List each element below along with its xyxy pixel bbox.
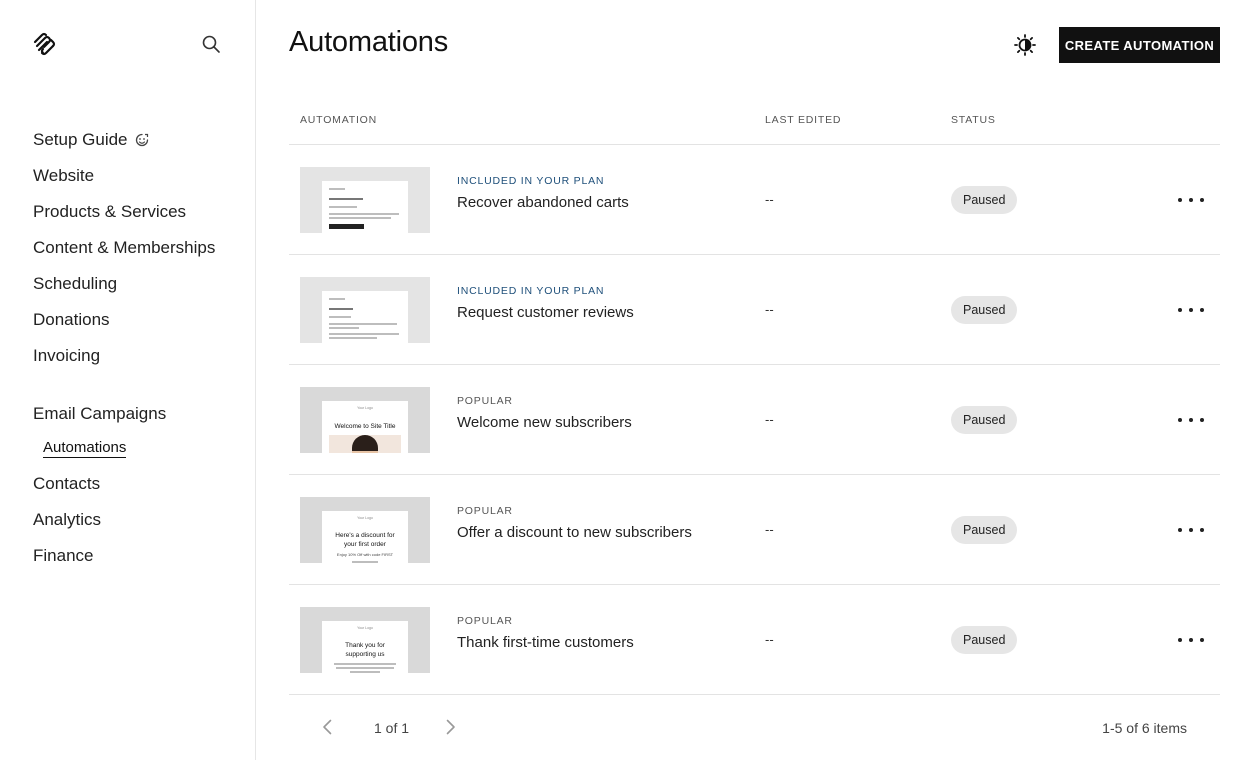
sidebar-item-label: Donations [33, 310, 110, 329]
sidebar-item-label: Analytics [33, 510, 102, 529]
sidebar-item-contacts[interactable]: Contacts [33, 466, 215, 502]
status-badge: Paused [951, 406, 1018, 434]
thumb-headline: Welcome to Site Title [334, 423, 396, 430]
theme-toggle-icon[interactable] [1013, 33, 1037, 57]
sidebar-item-label: Finance [33, 546, 94, 565]
more-options-icon[interactable] [1178, 408, 1204, 432]
sidebar-item-label: Content & Memberships [33, 238, 216, 257]
more-options-icon[interactable] [1178, 298, 1204, 322]
page-title: Automations [289, 26, 448, 58]
sidebar-item-label: Contacts [33, 474, 101, 493]
popular-badge: POPULAR [457, 615, 513, 627]
last-edited-value: -- [765, 522, 774, 537]
email-preview-page [322, 181, 408, 233]
last-edited-value: -- [765, 632, 774, 647]
pagination: 1 of 1 1-5 of 6 items [289, 695, 1220, 760]
column-header-last-edited: LAST EDITED [765, 114, 842, 126]
thumb-subtext: Enjoy 10% Off with code FIRST [336, 552, 394, 557]
thumb-logo-text: Your Logo [357, 516, 373, 520]
more-options-icon[interactable] [1178, 518, 1204, 542]
email-preview-thumbnail[interactable] [300, 277, 430, 343]
sidebar-item-invoicing[interactable]: Invoicing [33, 338, 215, 374]
column-header-status: STATUS [951, 114, 996, 126]
sidebar-item-label: Email Campaigns [33, 404, 167, 423]
thumb-headline: your first order [344, 541, 386, 548]
automation-list: INCLUDED IN YOUR PLAN Recover abandoned … [289, 145, 1220, 695]
status-badge: Paused [951, 516, 1018, 544]
status-badge: Paused [951, 186, 1018, 214]
sidebar-item-label: Products & Services [33, 202, 187, 221]
email-preview-page [322, 291, 408, 343]
email-preview-thumbnail[interactable] [300, 167, 430, 233]
search-icon[interactable] [201, 34, 221, 54]
create-automation-button[interactable]: CREATE AUTOMATION [1059, 27, 1220, 63]
sidebar-item-content-memberships[interactable]: Content & Memberships [33, 230, 215, 266]
plan-badge: INCLUDED IN YOUR PLAN [457, 175, 605, 187]
status-badge: Paused [951, 296, 1018, 324]
email-preview-page: Your Logo Welcome to Site Title [322, 401, 408, 453]
automation-name[interactable]: Offer a discount to new subscribers [457, 524, 692, 541]
sidebar-item-products-services[interactable]: Products & Services [33, 194, 215, 230]
last-edited-value: -- [765, 412, 774, 427]
table-row[interactable]: Your Logo Thank you for supporting us PO… [289, 585, 1220, 695]
email-preview-thumbnail[interactable]: Your Logo Here's a discount for your fir… [300, 497, 430, 563]
email-preview-thumbnail[interactable]: Your Logo Thank you for supporting us [300, 607, 430, 673]
sidebar-item-email-campaigns[interactable]: Email Campaigns [33, 396, 215, 432]
chevron-left-icon[interactable] [319, 718, 337, 736]
main-content: Automations CREATE AUTOMATION AUTOMATION… [289, 0, 1220, 760]
more-options-icon[interactable] [1178, 188, 1204, 212]
email-preview-thumbnail[interactable]: Your Logo Welcome to Site Title [300, 387, 430, 453]
automation-name[interactable]: Welcome new subscribers [457, 414, 632, 431]
automation-name[interactable]: Thank first-time customers [457, 634, 634, 651]
popular-badge: POPULAR [457, 395, 513, 407]
sidebar-item-website[interactable]: Website [33, 158, 215, 194]
item-count: 1-5 of 6 items [1102, 720, 1187, 736]
thumb-headline: Thank you for [345, 642, 385, 649]
automation-name[interactable]: Recover abandoned carts [457, 194, 629, 211]
sidebar-nav: Setup Guide Website Products & Services … [33, 122, 215, 574]
table-row[interactable]: Your Logo Welcome to Site Title POPULAR … [289, 365, 1220, 475]
sidebar-item-label: Setup Guide [33, 130, 128, 149]
sidebar-item-setup-guide[interactable]: Setup Guide [33, 122, 215, 158]
sidebar-subitem-automations[interactable]: Automations [43, 434, 127, 466]
squarespace-logo-icon[interactable] [32, 32, 56, 56]
page-indicator: 1 of 1 [374, 720, 410, 736]
sidebar-item-label: Website [33, 166, 95, 185]
sidebar-subitem-label: Automations [43, 439, 127, 458]
plan-badge: INCLUDED IN YOUR PLAN [457, 285, 605, 297]
sidebar-item-donations[interactable]: Donations [33, 302, 215, 338]
more-options-icon[interactable] [1178, 628, 1204, 652]
table-row[interactable]: INCLUDED IN YOUR PLAN Request customer r… [289, 255, 1220, 365]
popular-badge: POPULAR [457, 505, 513, 517]
sidebar-item-analytics[interactable]: Analytics [33, 502, 215, 538]
email-preview-page: Your Logo Here's a discount for your fir… [322, 511, 408, 563]
progress-smile-icon [135, 133, 148, 147]
table-row[interactable]: INCLUDED IN YOUR PLAN Recover abandoned … [289, 145, 1220, 255]
thumb-logo-text: Your Logo [357, 626, 373, 630]
table-header: AUTOMATION LAST EDITED STATUS [289, 108, 1220, 145]
thumb-headline: Here's a discount for [335, 532, 395, 539]
sidebar: Setup Guide Website Products & Services … [0, 0, 256, 760]
sidebar-item-finance[interactable]: Finance [33, 538, 215, 574]
automation-name[interactable]: Request customer reviews [457, 304, 634, 321]
status-badge: Paused [951, 626, 1018, 654]
sidebar-item-label: Invoicing [33, 346, 101, 365]
column-header-automation: AUTOMATION [300, 114, 378, 126]
sidebar-item-scheduling[interactable]: Scheduling [33, 266, 215, 302]
thumb-headline: supporting us [345, 651, 385, 658]
email-preview-page: Your Logo Thank you for supporting us [322, 621, 408, 673]
thumb-logo-text: Your Logo [357, 406, 373, 410]
last-edited-value: -- [765, 302, 774, 317]
last-edited-value: -- [765, 192, 774, 207]
sidebar-item-label: Scheduling [33, 274, 118, 293]
chevron-right-icon[interactable] [441, 718, 459, 736]
table-row[interactable]: Your Logo Here's a discount for your fir… [289, 475, 1220, 585]
